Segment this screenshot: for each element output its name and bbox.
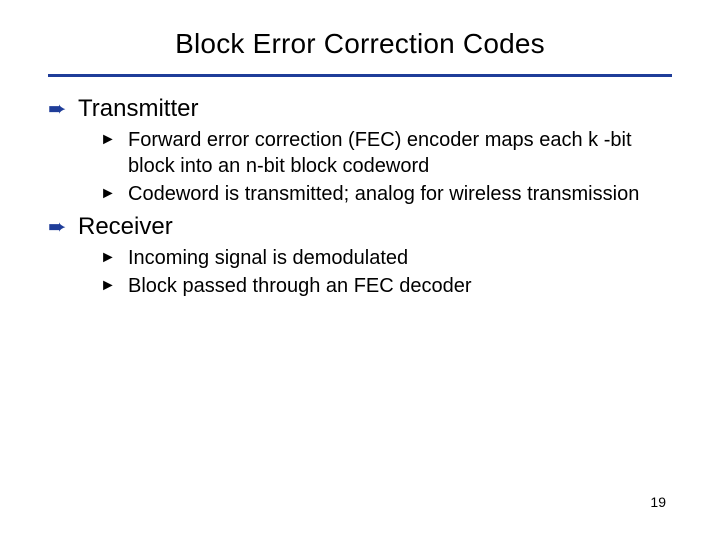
slide-title: Block Error Correction Codes (48, 28, 672, 60)
arrow-right-icon: ➨ (48, 213, 78, 241)
section-heading: ➨ Receiver (48, 213, 672, 241)
list-item: ► Incoming signal is demodulated (100, 245, 672, 271)
list-item-text: Forward error correction (FEC) encoder m… (128, 127, 668, 179)
slide: Block Error Correction Codes ➨ Transmitt… (0, 0, 720, 540)
list-item-text: Codeword is transmitted; analog for wire… (128, 181, 639, 207)
list-item: ► Codeword is transmitted; analog for wi… (100, 181, 672, 207)
title-divider (48, 74, 672, 77)
section-heading-text: Transmitter (78, 95, 198, 123)
triangle-right-icon: ► (100, 181, 128, 207)
list-item-text: Block passed through an FEC decoder (128, 273, 472, 299)
list-item: ► Forward error correction (FEC) encoder… (100, 127, 672, 179)
triangle-right-icon: ► (100, 273, 128, 299)
arrow-right-icon: ➨ (48, 95, 78, 123)
list-item: ► Block passed through an FEC decoder (100, 273, 672, 299)
list-item-text: Incoming signal is demodulated (128, 245, 408, 271)
triangle-right-icon: ► (100, 245, 128, 271)
triangle-right-icon: ► (100, 127, 128, 153)
section-heading-text: Receiver (78, 213, 173, 241)
section-heading: ➨ Transmitter (48, 95, 672, 123)
page-number: 19 (650, 494, 666, 510)
